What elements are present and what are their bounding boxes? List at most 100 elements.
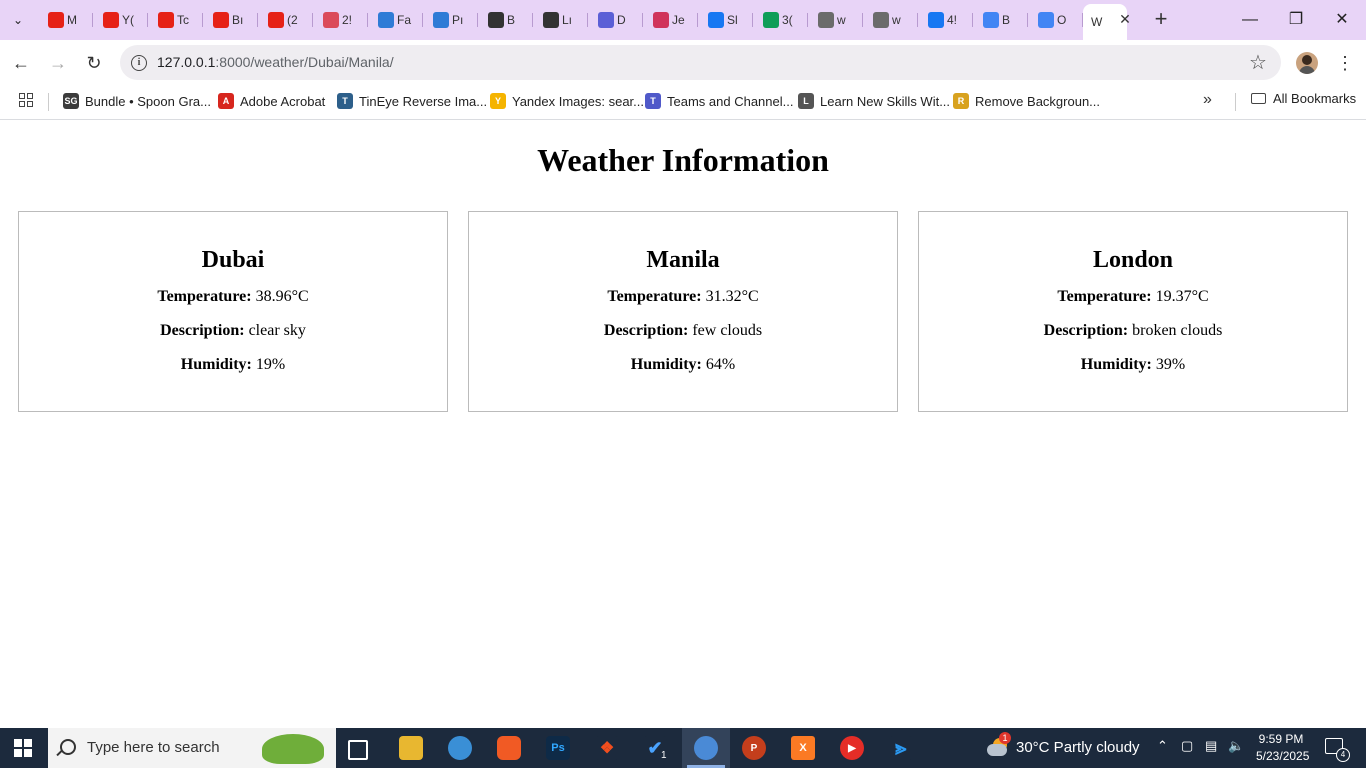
bookmark-star-icon[interactable]: ☆ bbox=[1249, 50, 1267, 75]
turtle-illustration-icon bbox=[262, 734, 324, 764]
tab[interactable]: O bbox=[1028, 4, 1083, 36]
tab[interactable]: 3( bbox=[753, 4, 808, 36]
bookmark-item[interactable]: Y Yandex Images: sear... bbox=[490, 91, 644, 111]
chrome-active-icon[interactable] bbox=[694, 736, 718, 760]
task-view-icon[interactable] bbox=[348, 740, 368, 760]
back-icon[interactable]: ← bbox=[9, 51, 33, 75]
folder-icon bbox=[1251, 93, 1266, 104]
description-value: broken clouds bbox=[1132, 322, 1223, 339]
tab[interactable]: D bbox=[588, 4, 643, 36]
network-icon[interactable]: ▤ bbox=[1205, 738, 1217, 754]
close-tab-icon[interactable]: ✕ bbox=[1118, 12, 1132, 26]
tray-overflow-icon[interactable]: ⌃ bbox=[1157, 738, 1168, 754]
tab-label: w bbox=[892, 13, 901, 27]
bookmarks-divider bbox=[1235, 93, 1236, 111]
weather-badge: 1 bbox=[999, 732, 1011, 744]
teams-icon: T bbox=[645, 93, 661, 109]
description-value: clear sky bbox=[248, 322, 306, 339]
temperature-label: Temperature: bbox=[1057, 288, 1152, 305]
restore-icon[interactable]: ❐ bbox=[1281, 8, 1311, 32]
bookmark-item[interactable]: T Teams and Channel... bbox=[645, 91, 793, 111]
tab[interactable]: 4! bbox=[918, 4, 973, 36]
bookmarks-bar: SG Bundle • Spoon Gra... A Adobe Acrobat T Ti… bbox=[0, 85, 1366, 120]
tab[interactable]: (2 bbox=[258, 4, 313, 36]
clock-time: 9:59 PM bbox=[1258, 732, 1304, 746]
sg-icon: SG bbox=[63, 93, 79, 109]
all-bookmarks-button[interactable]: All Bookmarks bbox=[1251, 91, 1356, 106]
bookmark-item[interactable]: R Remove Backgroun... bbox=[953, 91, 1100, 111]
flutter-icon bbox=[433, 12, 449, 28]
apps-grid-icon[interactable] bbox=[19, 93, 33, 107]
tab-label: O bbox=[1057, 13, 1067, 27]
search-placeholder: Type here to search bbox=[87, 739, 220, 756]
tab[interactable]: Lı bbox=[533, 4, 588, 36]
xampp-icon[interactable]: X bbox=[791, 736, 815, 760]
vscode-icon[interactable]: ⪢ bbox=[889, 736, 913, 760]
humidity-value: 64% bbox=[705, 356, 736, 373]
powerpoint-icon[interactable]: P bbox=[742, 736, 766, 760]
reload-icon[interactable]: ↻ bbox=[82, 51, 106, 75]
tab-label: Sl bbox=[727, 13, 738, 27]
tab[interactable]: w bbox=[808, 4, 863, 36]
youtube-app-icon[interactable]: ▶ bbox=[840, 736, 864, 760]
address-bar[interactable]: i 127.0.0.1:8000/weather/Dubai/Manila/ ☆ bbox=[120, 45, 1281, 80]
tab[interactable]: Pı bbox=[423, 4, 478, 36]
taskbar-search[interactable]: Type here to search bbox=[48, 728, 336, 768]
tab[interactable]: Fa bbox=[368, 4, 423, 36]
tab-label: 4! bbox=[947, 13, 958, 27]
minimize-icon[interactable]: — bbox=[1235, 8, 1265, 32]
humidity-label: Humidity: bbox=[630, 356, 702, 373]
tab-label: Bı bbox=[232, 13, 244, 27]
bookmark-label: Adobe Acrobat bbox=[240, 93, 326, 109]
system-clock[interactable]: 9:59 PM 5/23/2025 bbox=[1256, 731, 1310, 765]
bookmark-label: Bundle • Spoon Gra... bbox=[85, 93, 211, 109]
url-text[interactable]: 127.0.0.1:8000/weather/Dubai/Manila/ bbox=[157, 54, 394, 70]
tab[interactable]: Sl bbox=[698, 4, 753, 36]
bookmark-label: Remove Backgroun... bbox=[975, 93, 1101, 109]
browser-menu-icon[interactable]: ⋮ bbox=[1336, 51, 1354, 75]
weather-card: London Temperature: 19.37°C Description: b… bbox=[918, 211, 1348, 412]
tab[interactable]: Y( bbox=[93, 4, 148, 36]
description-row: Description: broken clouds bbox=[919, 321, 1347, 341]
tab-label: B bbox=[1002, 13, 1011, 27]
tab[interactable]: B bbox=[973, 4, 1028, 36]
bookmark-item[interactable]: T TinEye Reverse Ima... bbox=[337, 91, 487, 111]
brave-icon[interactable] bbox=[497, 736, 521, 760]
site-info-icon[interactable]: i bbox=[131, 55, 147, 71]
tab-label: (2 bbox=[287, 13, 298, 27]
google-icon bbox=[983, 12, 999, 28]
bookmark-item[interactable]: A Adobe Acrobat bbox=[218, 91, 325, 111]
tab[interactable]: B bbox=[478, 4, 533, 36]
chrome-icon[interactable] bbox=[448, 736, 472, 760]
more-bookmarks-icon[interactable]: » bbox=[1203, 91, 1212, 109]
start-button[interactable] bbox=[14, 739, 32, 757]
new-tab-button[interactable]: + bbox=[1150, 8, 1172, 30]
temperature-value: 38.96°C bbox=[255, 288, 309, 305]
search-icon bbox=[60, 739, 76, 755]
weather-widget-icon[interactable]: 1 bbox=[985, 732, 1011, 758]
weather-widget-text[interactable]: 30°C Partly cloudy bbox=[1016, 739, 1140, 756]
tab[interactable]: w bbox=[863, 4, 918, 36]
volume-icon[interactable]: 🔈 bbox=[1228, 738, 1244, 754]
youtube-icon bbox=[213, 12, 229, 28]
tab[interactable]: M bbox=[38, 4, 93, 36]
tab[interactable]: Tc bbox=[148, 4, 203, 36]
bookmark-item[interactable]: SG Bundle • Spoon Gra... bbox=[63, 91, 211, 111]
check-circle-icon bbox=[323, 12, 339, 28]
profile-avatar[interactable] bbox=[1296, 52, 1318, 74]
figma-icon[interactable]: ❖ bbox=[595, 736, 619, 760]
tab-label: Fa bbox=[397, 13, 412, 27]
file-explorer-icon[interactable] bbox=[399, 736, 423, 760]
browser-toolbar: ← → ↻ i 127.0.0.1:8000/weather/Dubai/Man… bbox=[0, 40, 1366, 85]
photoshop-icon[interactable]: Ps bbox=[546, 736, 570, 760]
tab[interactable]: Bı bbox=[203, 4, 258, 36]
clock-date: 5/23/2025 bbox=[1256, 749, 1310, 763]
humidity-label: Humidity: bbox=[180, 356, 252, 373]
temperature-value: 31.32°C bbox=[705, 288, 759, 305]
window-close-icon[interactable]: ✕ bbox=[1327, 8, 1357, 32]
tab-search-icon[interactable]: ⌄ bbox=[6, 8, 30, 32]
tab[interactable]: Je bbox=[643, 4, 698, 36]
meet-now-icon[interactable]: ▢ bbox=[1181, 738, 1193, 754]
tab[interactable]: 2! bbox=[313, 4, 368, 36]
bookmark-item[interactable]: L Learn New Skills Wit... bbox=[798, 91, 950, 111]
